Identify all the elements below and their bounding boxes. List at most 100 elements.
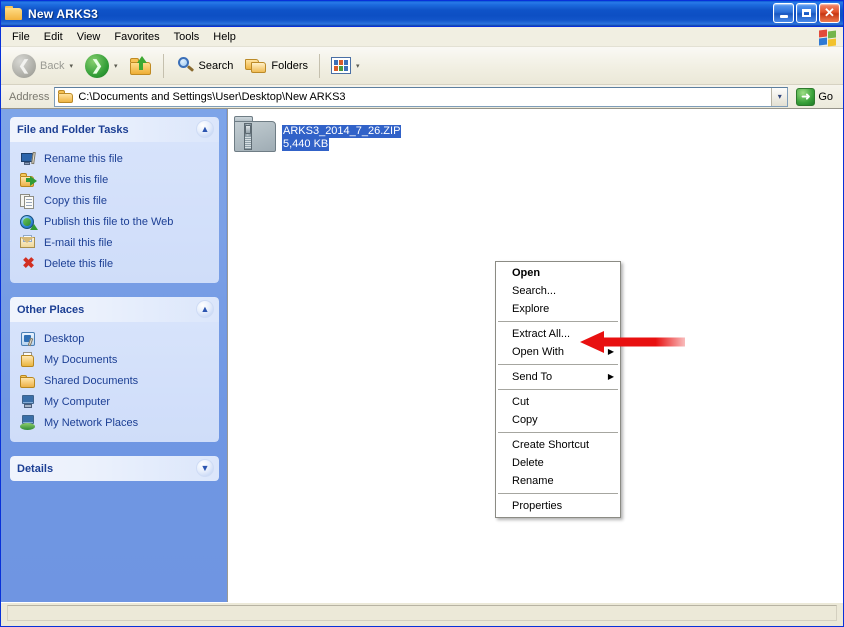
chevron-up-icon[interactable]: ▲ <box>196 300 214 318</box>
panel-other-places: Other Places ▲ Desktop My Documents Shar… <box>10 297 219 442</box>
folder-icon <box>5 6 23 21</box>
my-network-places-icon <box>20 415 37 431</box>
close-button[interactable]: ✕ <box>819 3 840 23</box>
address-label: Address <box>9 90 50 103</box>
views-button[interactable]: ▾ <box>325 51 366 81</box>
forward-button[interactable]: ❯ ▾ <box>79 51 124 81</box>
context-menu-item-open-with[interactable]: Open With ▶ <box>496 343 620 361</box>
up-button[interactable] <box>124 51 158 81</box>
go-arrow-icon: ➜ <box>796 87 816 106</box>
search-button[interactable]: Search <box>169 51 240 81</box>
context-menu-item-open[interactable]: Open <box>496 264 620 282</box>
chevron-down-icon[interactable]: ▼ <box>196 459 214 477</box>
panel-header-other-places[interactable]: Other Places ▲ <box>10 297 219 322</box>
context-menu-item-properties[interactable]: Properties <box>496 497 620 515</box>
search-magnifier-icon <box>175 56 195 75</box>
place-my-network-places[interactable]: My Network Places <box>20 413 215 434</box>
copy-icon <box>20 193 37 209</box>
menu-help[interactable]: Help <box>206 29 243 45</box>
zip-folder-icon <box>234 115 278 155</box>
title-bar: New ARKS3 ✕ <box>1 1 843 27</box>
move-icon <box>20 172 37 188</box>
minimize-button[interactable] <box>773 3 794 23</box>
context-menu-item-create-shortcut[interactable]: Create Shortcut <box>496 436 620 454</box>
toolbar-separator-2 <box>319 53 321 78</box>
context-menu-label: Search... <box>512 285 557 297</box>
address-dropdown-icon[interactable]: ▾ <box>771 87 788 106</box>
context-menu-label: Open <box>512 267 541 279</box>
context-menu-item-rename[interactable]: Rename <box>496 472 620 490</box>
context-menu-item-explore[interactable]: Explore <box>496 300 620 318</box>
panel-details: Details ▼ <box>10 456 219 481</box>
go-label: Go <box>818 90 833 103</box>
file-name: ARKS3_2014_7_26.ZIP <box>282 125 402 138</box>
task-publish-this-file-to-the-web[interactable]: Publish this file to the Web <box>20 212 215 233</box>
panel-body-file-and-folder-tasks: Rename this file Move this file Copy thi… <box>10 142 219 283</box>
context-menu-item-extract-all[interactable]: Extract All... <box>496 325 620 343</box>
views-icon <box>331 57 352 74</box>
place-my-documents[interactable]: My Documents <box>20 350 215 371</box>
place-label: My Network Places <box>44 417 139 429</box>
place-label: My Computer <box>44 396 111 408</box>
go-button[interactable]: ➜ Go <box>794 86 839 108</box>
context-menu-label: Rename <box>512 475 554 487</box>
context-menu-separator <box>498 321 618 322</box>
window-title: New ARKS3 <box>28 6 99 21</box>
context-menu-label: Delete <box>512 457 544 469</box>
menu-file[interactable]: File <box>5 29 37 45</box>
task-move-this-file[interactable]: Move this file <box>20 170 215 191</box>
context-menu[interactable]: Open Search... Explore Extract All... Op… <box>495 261 621 518</box>
file-item[interactable]: ARKS3_2014_7_26.ZIP 5,440 KB <box>232 113 407 155</box>
menu-edit[interactable]: Edit <box>37 29 70 45</box>
context-menu-item-search[interactable]: Search... <box>496 282 620 300</box>
menu-tools[interactable]: Tools <box>167 29 207 45</box>
file-list-pane[interactable]: ARKS3_2014_7_26.ZIP 5,440 KB Open Search… <box>227 109 843 602</box>
context-menu-item-copy[interactable]: Copy <box>496 411 620 429</box>
maximize-button[interactable] <box>796 3 817 23</box>
task-sidebar: File and Folder Tasks ▲ Rename this file… <box>1 109 227 602</box>
place-label: Shared Documents <box>44 375 139 387</box>
folders-button[interactable]: Folders <box>239 51 314 81</box>
panel-file-and-folder-tasks: File and Folder Tasks ▲ Rename this file… <box>10 117 219 283</box>
task-rename-this-file[interactable]: Rename this file <box>20 149 215 170</box>
panel-header-details[interactable]: Details ▼ <box>10 456 219 481</box>
menu-favorites[interactable]: Favorites <box>107 29 166 45</box>
content-area: File and Folder Tasks ▲ Rename this file… <box>1 109 843 602</box>
address-input[interactable]: C:\Documents and Settings\User\Desktop\N… <box>54 86 789 107</box>
context-menu-item-send-to[interactable]: Send To ▶ <box>496 368 620 386</box>
task-copy-this-file[interactable]: Copy this file <box>20 191 215 212</box>
close-icon: ✕ <box>824 5 835 20</box>
back-dropdown-icon[interactable]: ▾ <box>69 62 73 70</box>
delete-x-icon: ✖ <box>22 255 35 272</box>
place-desktop[interactable]: Desktop <box>20 329 215 350</box>
task-email-this-file[interactable]: E-mail this file <box>20 233 215 254</box>
task-label: E-mail this file <box>44 237 113 249</box>
back-button[interactable]: ❮ Back ▾ <box>6 51 79 81</box>
rename-icon <box>20 151 37 167</box>
up-folder-icon <box>129 56 152 75</box>
toolbar-separator <box>162 53 164 78</box>
place-my-computer[interactable]: My Computer <box>20 392 215 413</box>
context-menu-separator <box>498 432 618 433</box>
menu-view[interactable]: View <box>70 29 108 45</box>
file-size: 5,440 KB <box>282 138 330 151</box>
task-delete-this-file[interactable]: ✖ Delete this file <box>20 254 215 275</box>
search-label: Search <box>198 59 234 72</box>
context-menu-item-cut[interactable]: Cut <box>496 393 620 411</box>
place-label: My Documents <box>44 354 118 366</box>
panel-header-file-and-folder-tasks[interactable]: File and Folder Tasks ▲ <box>10 117 219 142</box>
address-value: C:\Documents and Settings\User\Desktop\N… <box>78 90 346 103</box>
context-menu-label: Properties <box>512 500 563 512</box>
views-dropdown-icon[interactable]: ▾ <box>356 62 360 70</box>
context-menu-label: Extract All... <box>512 328 571 340</box>
place-shared-documents[interactable]: Shared Documents <box>20 371 215 392</box>
email-icon <box>20 235 37 251</box>
forward-dropdown-icon[interactable]: ▾ <box>114 62 118 70</box>
context-menu-item-delete[interactable]: Delete <box>496 454 620 472</box>
file-label: ARKS3_2014_7_26.ZIP 5,440 KB <box>282 125 407 155</box>
task-label: Delete this file <box>44 258 114 270</box>
chevron-up-icon[interactable]: ▲ <box>196 120 214 138</box>
task-label: Move this file <box>44 174 109 186</box>
caption-buttons: ✕ <box>773 3 840 23</box>
context-menu-label: Create Shortcut <box>512 439 590 451</box>
